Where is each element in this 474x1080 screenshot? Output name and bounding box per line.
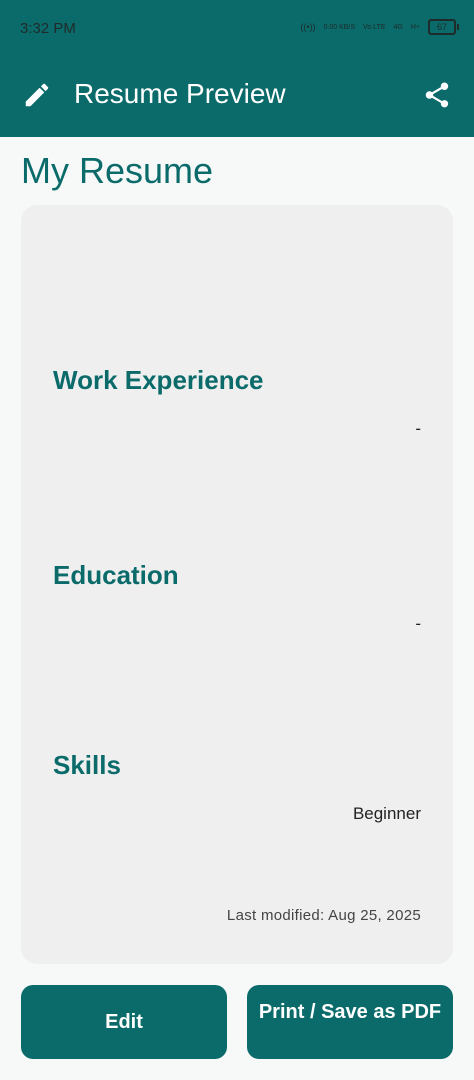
signal-4g: 4G <box>393 23 403 31</box>
section-title-skills: Skills <box>53 750 121 780</box>
pencil-icon[interactable] <box>22 80 52 110</box>
resume-card: Work Experience - Education - Skills Beg… <box>21 205 453 964</box>
edit-button[interactable]: Edit <box>21 985 227 1059</box>
print-save-pdf-button[interactable]: Print / Save as PDF <box>247 985 453 1059</box>
status-bar: 3:32 PM ((•)) 0.00 KB/S Vo LTE 4G H+ 67 <box>0 0 474 58</box>
battery-icon: 67 <box>428 19 459 35</box>
print-button-label: Print / Save as PDF <box>258 1001 442 1023</box>
network-speed: 0.00 KB/S <box>323 23 356 31</box>
section-value-work: - <box>415 419 421 438</box>
signal-hplus: H+ <box>410 23 420 31</box>
section-title-work: Work Experience <box>53 365 264 395</box>
page-title: Resume Preview <box>74 78 286 109</box>
edit-button-label: Edit <box>105 1010 143 1033</box>
share-icon[interactable] <box>422 80 452 110</box>
hotspot-icon: ((•)) <box>300 21 316 32</box>
section-value-education: - <box>415 614 421 633</box>
section-value-skills: Beginner <box>352 804 421 823</box>
volte-indicator: Vo LTE <box>363 23 386 31</box>
last-modified: Last modified: Aug 25, 2025 <box>226 907 421 924</box>
status-icons: ((•)) 0.00 KB/S Vo LTE 4G H+ 67 <box>300 19 459 35</box>
resume-heading: My Resume <box>21 150 214 191</box>
status-time: 3:32 PM <box>20 20 76 37</box>
section-title-education: Education <box>53 560 179 590</box>
app-bar: 3:32 PM ((•)) 0.00 KB/S Vo LTE 4G H+ 67 … <box>0 0 474 137</box>
